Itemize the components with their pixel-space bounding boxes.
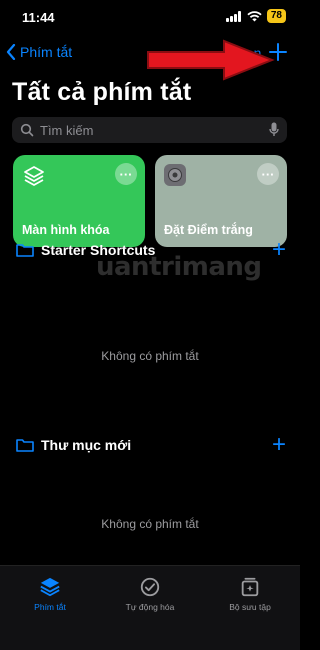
tab-automation[interactable]: Tự động hóa xyxy=(110,576,190,612)
shortcut-card-lock-screen[interactable]: ··· Màn hình khóa xyxy=(13,155,145,247)
layers-icon xyxy=(40,577,60,597)
folder-name: Thư mục mới xyxy=(41,437,132,453)
chevron-left-icon xyxy=(6,44,16,60)
search-icon xyxy=(20,123,34,137)
tab-label: Tự động hóa xyxy=(125,602,175,612)
signal-icon xyxy=(225,10,241,22)
settings-icon xyxy=(164,164,186,186)
battery-indicator: 78 xyxy=(266,9,286,23)
shortcut-card-white-point[interactable]: ··· Đặt Điểm trắng xyxy=(155,155,287,247)
tab-label: Phím tắt xyxy=(34,602,66,612)
back-button[interactable]: Phím tắt xyxy=(6,44,72,60)
layers-icon xyxy=(24,166,44,186)
tab-label: Bộ sưu tập xyxy=(229,602,271,612)
page-title: Tất cả phím tắt xyxy=(12,78,192,106)
wifi-icon xyxy=(247,10,262,21)
status-icons: 78 xyxy=(225,9,286,23)
clock-check-icon xyxy=(140,577,160,597)
microphone-icon[interactable] xyxy=(269,122,279,138)
folder-new-folder[interactable]: Thư mục mới xyxy=(16,437,131,453)
empty-folder-text: Không có phím tắt xyxy=(101,517,199,531)
back-button-label: Phím tắt xyxy=(20,44,73,60)
empty-folder-text: Không có phím tắt xyxy=(101,349,199,363)
watermark-logo: uantrimang xyxy=(96,252,262,282)
tab-gallery[interactable]: Bộ sưu tập xyxy=(210,576,290,612)
folder-add-button[interactable]: + xyxy=(272,238,286,262)
folder-add-button[interactable]: + xyxy=(272,433,286,457)
more-options-button[interactable]: ··· xyxy=(257,163,279,185)
search-field[interactable]: Tìm kiếm xyxy=(12,117,287,143)
annotation-arrow-icon xyxy=(147,39,275,81)
shortcut-card-label: Đặt Điểm trắng xyxy=(164,223,253,237)
tab-bar: Phím tắt Tự động hóa Bộ sưu tập xyxy=(0,565,300,650)
more-options-button[interactable]: ··· xyxy=(115,163,137,185)
tab-shortcuts[interactable]: Phím tắt xyxy=(10,576,90,612)
shortcut-card-label: Màn hình khóa xyxy=(22,223,110,237)
status-time: 11:44 xyxy=(22,10,55,25)
search-placeholder: Tìm kiếm xyxy=(40,122,94,138)
folder-icon xyxy=(16,439,34,452)
folder-icon xyxy=(16,244,34,257)
gallery-icon xyxy=(241,577,259,597)
